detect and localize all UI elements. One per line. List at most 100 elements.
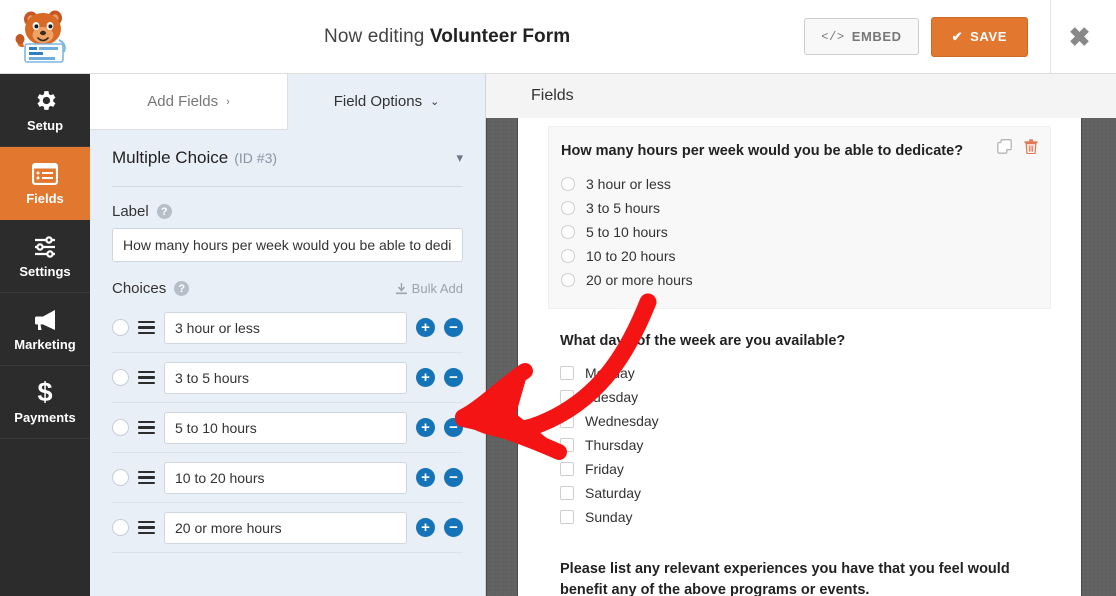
add-choice-button[interactable]: +	[416, 318, 435, 337]
preview-option[interactable]: 10 to 20 hours	[561, 244, 1038, 268]
panel-divider	[112, 186, 463, 187]
bulk-add-label: Bulk Add	[411, 281, 463, 296]
preview-field-checkbox[interactable]: What days of the week are you available?…	[548, 317, 1051, 546]
remove-choice-button[interactable]: −	[444, 368, 463, 387]
sidebar-item-fields[interactable]: Fields	[0, 147, 90, 220]
field-type-name: Multiple Choice	[112, 148, 229, 167]
choice-row: + −	[112, 403, 463, 453]
choice-default-radio[interactable]	[112, 519, 129, 536]
checkbox-icon	[560, 414, 574, 429]
preview-option[interactable]: Thursday	[560, 433, 1039, 457]
checkbox-icon	[560, 510, 574, 525]
page-title-form-name: Volunteer Form	[429, 25, 571, 47]
choice-row: + −	[112, 503, 463, 553]
preview-field-label: What days of the week are you available?	[560, 332, 846, 349]
preview-option-label: 3 to 5 hours	[586, 199, 660, 216]
chevron-down-icon: ⌄	[430, 96, 440, 108]
checkbox-icon	[560, 390, 574, 405]
drag-handle-icon[interactable]	[138, 520, 155, 535]
drag-handle-icon[interactable]	[138, 370, 155, 385]
help-icon[interactable]: ?	[156, 204, 172, 219]
choices-title-wrap: Choices ?	[112, 280, 190, 297]
sidebar-item-settings[interactable]: Settings	[0, 220, 90, 293]
label-field-title: Label	[112, 203, 149, 220]
check-icon: ✔	[951, 28, 964, 44]
label-input[interactable]	[112, 228, 463, 262]
choice-default-radio[interactable]	[112, 419, 129, 436]
close-icon: ✖	[1068, 21, 1091, 52]
choice-input[interactable]	[164, 411, 407, 444]
remove-choice-button[interactable]: −	[444, 468, 463, 487]
preview-option-label: Sunday	[585, 509, 633, 526]
add-choice-button[interactable]: +	[416, 468, 435, 487]
help-icon[interactable]: ?	[174, 281, 190, 296]
drag-handle-icon[interactable]	[138, 320, 155, 335]
save-button[interactable]: ✔ SAVE	[930, 16, 1028, 57]
chevron-right-icon: ›	[226, 95, 230, 108]
choice-input[interactable]	[164, 311, 407, 344]
tab-add-fields[interactable]: Add Fields ›	[90, 74, 287, 130]
choice-default-radio[interactable]	[112, 319, 129, 336]
tab-field-options[interactable]: Field Options ⌄	[287, 74, 485, 130]
preview-header-bar: Fields	[486, 74, 1116, 119]
preview-option-label: Wednesday	[585, 413, 659, 430]
duplicate-icon[interactable]	[997, 139, 1012, 154]
bulk-add-icon	[395, 282, 407, 294]
preview-option[interactable]: 5 to 10 hours	[561, 220, 1038, 244]
preview-option[interactable]: Saturday	[560, 481, 1039, 505]
embed-button-label: EMBED	[851, 29, 902, 44]
choices-list: + − + − + −	[112, 303, 463, 553]
drag-handle-icon[interactable]	[138, 420, 155, 435]
preview-option[interactable]: Friday	[560, 457, 1039, 481]
sidebar-item-payments[interactable]: $ Payments	[0, 366, 90, 439]
choices-heading: Choices ? Bulk Add	[112, 280, 463, 297]
embed-button[interactable]: </> EMBED	[804, 18, 919, 55]
preview-header-title: Fields	[531, 87, 574, 104]
add-choice-button[interactable]: +	[416, 418, 435, 437]
choice-input[interactable]	[164, 361, 407, 394]
bulk-add-button[interactable]: Bulk Add	[395, 281, 463, 296]
top-bar: Now editing Volunteer Form </> EMBED ✔ S…	[0, 0, 1116, 74]
preview-field-radio[interactable]: How many hours per week would you be abl…	[548, 126, 1051, 309]
add-choice-button[interactable]: +	[416, 368, 435, 387]
choice-input[interactable]	[164, 511, 407, 544]
preview-option[interactable]: 3 to 5 hours	[561, 196, 1038, 220]
app-logo	[0, 0, 90, 74]
choice-default-radio[interactable]	[112, 369, 129, 386]
sidebar-item-setup[interactable]: Setup	[0, 74, 90, 147]
preview-right-gutter	[1081, 118, 1116, 596]
preview-option[interactable]: 3 hour or less	[561, 172, 1038, 196]
checkbox-icon	[560, 462, 574, 477]
drag-handle-icon[interactable]	[138, 470, 155, 485]
close-button[interactable]: ✖	[1050, 0, 1108, 74]
preview-field-text[interactable]: Please list any relevant experiences you…	[548, 559, 1051, 596]
radio-icon	[561, 248, 575, 263]
sidebar-item-label: Setup	[26, 117, 64, 133]
preview-option-label: Saturday	[585, 485, 642, 502]
tab-add-fields-label: Add Fields	[147, 93, 219, 110]
panel-body: Label ? Choices ? Bulk Add	[90, 203, 485, 553]
remove-choice-button[interactable]: −	[444, 518, 463, 537]
preview-option[interactable]: Wednesday	[560, 409, 1039, 433]
form-preview: How many hours per week would you be abl…	[518, 118, 1081, 596]
sidebar-item-label: Settings	[19, 263, 71, 279]
list-icon	[32, 161, 58, 187]
trash-icon[interactable]	[1024, 139, 1038, 154]
collapse-toggle-icon[interactable]: ▾	[456, 150, 463, 166]
checkbox-icon	[560, 438, 574, 453]
preview-option[interactable]: 20 or more hours	[561, 268, 1038, 292]
radio-icon	[561, 176, 575, 191]
remove-choice-button[interactable]: −	[444, 418, 463, 437]
add-choice-button[interactable]: +	[416, 518, 435, 537]
sidebar-item-marketing[interactable]: Marketing	[0, 293, 90, 366]
preview-option[interactable]: Monday	[560, 361, 1039, 385]
choices-title: Choices	[112, 280, 167, 297]
choice-default-radio[interactable]	[112, 469, 129, 486]
label-field-heading: Label ?	[112, 203, 463, 220]
choice-input[interactable]	[164, 461, 407, 494]
preview-option[interactable]: Tuesday	[560, 385, 1039, 409]
remove-choice-button[interactable]: −	[444, 318, 463, 337]
preview-option[interactable]: Sunday	[560, 505, 1039, 529]
code-icon: </>	[821, 29, 845, 44]
sidebar-item-label: Payments	[14, 409, 76, 425]
